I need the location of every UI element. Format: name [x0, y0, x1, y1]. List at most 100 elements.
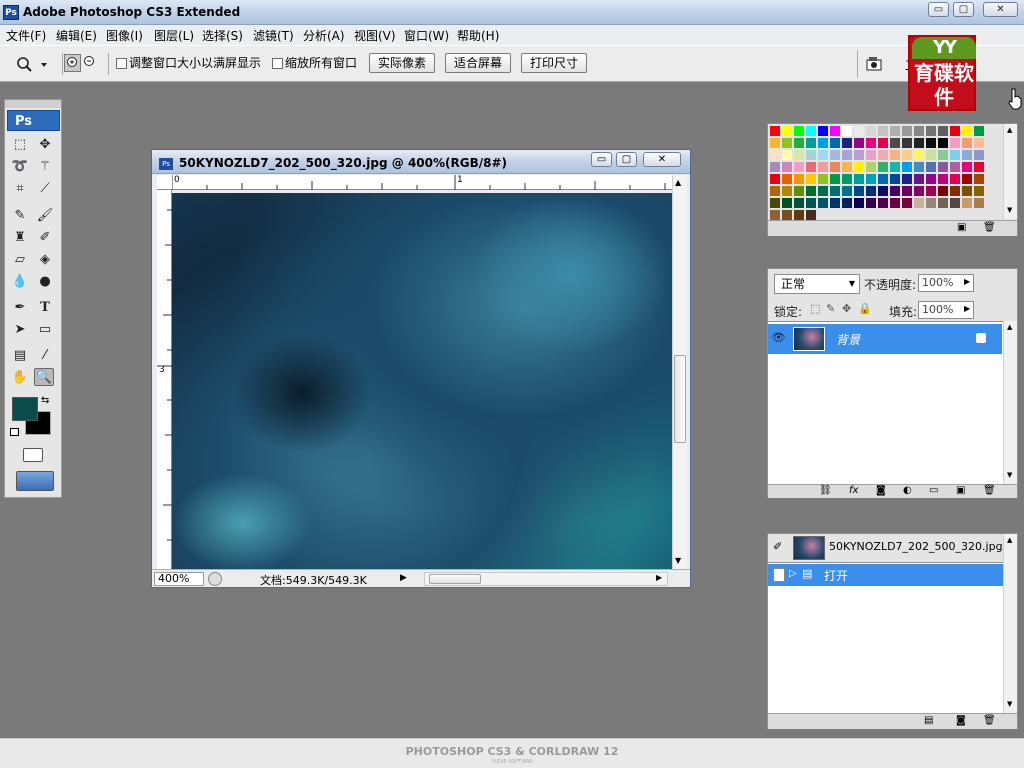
zoom-in-button[interactable]	[64, 54, 81, 72]
swatch-grid[interactable]	[768, 126, 1003, 220]
color-swatch[interactable]	[806, 210, 816, 220]
color-swatch[interactable]	[818, 162, 828, 172]
status-info-icon[interactable]	[208, 572, 222, 586]
color-swatch[interactable]	[794, 126, 804, 136]
menu-help[interactable]: 帮助(H)	[457, 27, 499, 44]
color-swatch[interactable]	[938, 162, 948, 172]
color-swatch[interactable]	[866, 126, 876, 136]
color-swatch[interactable]	[770, 198, 780, 208]
menu-window[interactable]: 窗口(W)	[404, 27, 449, 44]
magic-wand-tool-icon[interactable]: ⚚	[35, 158, 55, 176]
color-swatch[interactable]	[962, 150, 972, 160]
color-swatch[interactable]	[902, 186, 912, 196]
color-swatch[interactable]	[902, 138, 912, 148]
color-swatch[interactable]	[962, 174, 972, 184]
color-swatch[interactable]	[866, 174, 876, 184]
vertical-scrollbar[interactable]: ▲ ▼	[672, 175, 687, 569]
color-swatch[interactable]	[890, 126, 900, 136]
lock-all-icon[interactable]: 🔒	[858, 302, 872, 315]
color-swatch[interactable]	[782, 126, 792, 136]
scroll-right-icon[interactable]: ▶	[656, 573, 662, 582]
color-swatch[interactable]	[926, 150, 936, 160]
zoom-out-button[interactable]	[82, 54, 99, 72]
lock-transparency-icon[interactable]: ⬚	[810, 302, 820, 315]
trash-icon[interactable]: 🗑	[983, 715, 996, 726]
lasso-tool-icon[interactable]: ➰	[10, 158, 30, 176]
color-swatch[interactable]	[782, 210, 792, 220]
doc-maximize-button[interactable]: ▢	[616, 152, 637, 167]
status-menu-arrow-icon[interactable]: ▶	[400, 573, 407, 583]
type-tool-icon[interactable]: T	[35, 299, 55, 317]
color-swatch[interactable]	[962, 186, 972, 196]
image-canvas[interactable]	[172, 193, 672, 569]
color-swatch[interactable]	[782, 186, 792, 196]
tool-preset-picker[interactable]	[14, 54, 52, 74]
color-swatch[interactable]	[914, 150, 924, 160]
color-swatch[interactable]	[878, 126, 888, 136]
color-swatch[interactable]	[806, 198, 816, 208]
color-swatch[interactable]	[902, 174, 912, 184]
color-swatch[interactable]	[938, 198, 948, 208]
color-swatch[interactable]	[818, 186, 828, 196]
color-swatch[interactable]	[830, 186, 840, 196]
color-swatch[interactable]	[878, 162, 888, 172]
color-swatch[interactable]	[890, 138, 900, 148]
color-swatch[interactable]	[878, 186, 888, 196]
color-swatch[interactable]	[830, 150, 840, 160]
color-swatch[interactable]	[770, 150, 780, 160]
color-swatch[interactable]	[794, 162, 804, 172]
doc-close-button[interactable]: ✕	[643, 152, 681, 167]
color-swatch[interactable]	[770, 162, 780, 172]
color-swatch[interactable]	[902, 198, 912, 208]
color-swatch[interactable]	[962, 198, 972, 208]
color-swatch[interactable]	[950, 138, 960, 148]
color-swatch[interactable]	[890, 162, 900, 172]
color-swatch[interactable]	[974, 174, 984, 184]
layer-row[interactable]: 👁 背景	[768, 324, 1002, 354]
menu-view[interactable]: 视图(V)	[354, 27, 396, 44]
history-snapshot[interactable]: ✐ 50KYNOZLD7_202_500_320.jpg	[768, 534, 1003, 562]
blur-tool-icon[interactable]: 💧	[10, 273, 30, 291]
screen-mode-icon[interactable]	[16, 471, 54, 491]
color-swatch[interactable]	[890, 150, 900, 160]
color-swatch[interactable]	[806, 174, 816, 184]
color-swatch[interactable]	[974, 162, 984, 172]
new-layer-icon[interactable]: ▣	[956, 485, 965, 496]
notes-tool-icon[interactable]: ▤	[10, 347, 30, 365]
color-swatch[interactable]	[830, 174, 840, 184]
color-swatch[interactable]	[950, 174, 960, 184]
foreground-color-swatch[interactable]	[12, 397, 38, 421]
color-swatch[interactable]	[866, 186, 876, 196]
new-group-icon[interactable]: ▭	[929, 485, 938, 496]
lock-pixels-icon[interactable]: ✎	[826, 302, 835, 315]
color-swatch[interactable]	[842, 150, 852, 160]
color-swatch[interactable]	[806, 186, 816, 196]
color-swatch[interactable]	[938, 150, 948, 160]
color-swatch[interactable]	[974, 126, 984, 136]
color-swatch[interactable]	[854, 198, 864, 208]
opacity-slider-arrow-icon[interactable]: ▶	[964, 277, 970, 286]
color-swatch[interactable]	[830, 126, 840, 136]
scroll-down-icon[interactable]: ▼	[1007, 206, 1012, 214]
color-swatch[interactable]	[782, 138, 792, 148]
color-swatch[interactable]	[938, 126, 948, 136]
minimize-button[interactable]: ▭	[928, 2, 949, 17]
layer-style-icon[interactable]: fx	[849, 485, 858, 496]
history-brush-tool-icon[interactable]: ✐	[35, 229, 55, 247]
color-swatch[interactable]	[962, 162, 972, 172]
color-swatch[interactable]	[830, 138, 840, 148]
adjustment-layer-icon[interactable]: ◐	[903, 485, 912, 496]
horizontal-scroll-thumb[interactable]	[429, 574, 481, 584]
foreground-color-swatch[interactable]	[14, 496, 40, 520]
color-swatch[interactable]	[914, 138, 924, 148]
color-swatch[interactable]	[878, 138, 888, 148]
color-swatch[interactable]	[770, 126, 780, 136]
color-swatch[interactable]	[878, 150, 888, 160]
close-button[interactable]: ✕	[983, 2, 1018, 17]
color-swatch[interactable]	[794, 150, 804, 160]
color-swatch[interactable]	[782, 162, 792, 172]
color-swatch[interactable]	[770, 174, 780, 184]
dodge-tool-icon[interactable]: ●	[35, 273, 55, 291]
color-swatch[interactable]	[914, 162, 924, 172]
paint-bucket-tool-icon[interactable]: ◈	[35, 251, 55, 269]
